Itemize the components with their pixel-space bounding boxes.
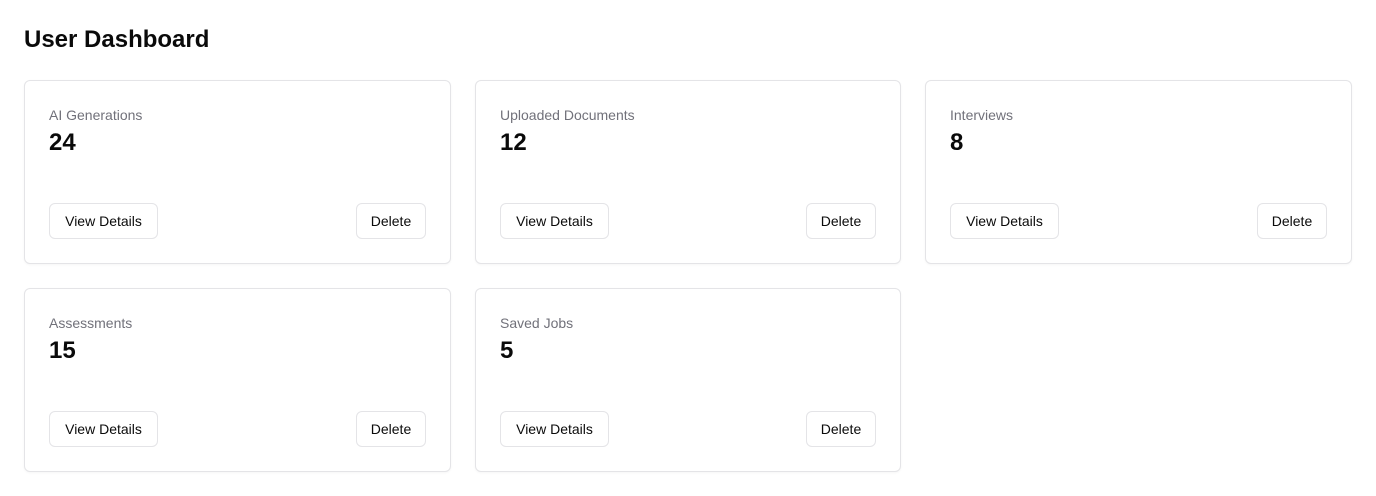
stat-card-label: Saved Jobs <box>500 315 574 331</box>
stat-card-interviews: Interviews 8 View Details Delete <box>925 80 1352 264</box>
stat-card-value: 8 <box>950 129 964 156</box>
stat-card-assessments: Assessments 15 View Details Delete <box>24 288 451 472</box>
stat-card-value: 15 <box>49 337 76 364</box>
stat-card-value: 12 <box>500 129 527 156</box>
delete-button[interactable]: Delete <box>806 411 876 447</box>
stat-card-label: AI Generations <box>49 107 143 123</box>
view-details-button[interactable]: View Details <box>500 203 609 239</box>
view-details-button[interactable]: View Details <box>49 203 158 239</box>
stat-card-label: Interviews <box>950 107 1014 123</box>
stat-card-label: Assessments <box>49 315 133 331</box>
page-title: User Dashboard <box>24 26 210 53</box>
stat-card-saved-jobs: Saved Jobs 5 View Details Delete <box>475 288 901 472</box>
view-details-button[interactable]: View Details <box>950 203 1059 239</box>
stats-grid: AI Generations 24 View Details Delete Up… <box>24 80 1352 472</box>
stat-card-value: 24 <box>49 129 76 156</box>
delete-button[interactable]: Delete <box>356 203 426 239</box>
view-details-button[interactable]: View Details <box>500 411 609 447</box>
delete-button[interactable]: Delete <box>356 411 426 447</box>
view-details-button[interactable]: View Details <box>49 411 158 447</box>
stat-card-value: 5 <box>500 337 514 364</box>
delete-button[interactable]: Delete <box>1257 203 1327 239</box>
dashboard-page: User Dashboard AI Generations 24 View De… <box>0 0 1376 496</box>
delete-button[interactable]: Delete <box>806 203 876 239</box>
stat-card-label: Uploaded Documents <box>500 107 635 123</box>
stat-card-uploaded-documents: Uploaded Documents 12 View Details Delet… <box>475 80 901 264</box>
stat-card-ai-generations: AI Generations 24 View Details Delete <box>24 80 451 264</box>
